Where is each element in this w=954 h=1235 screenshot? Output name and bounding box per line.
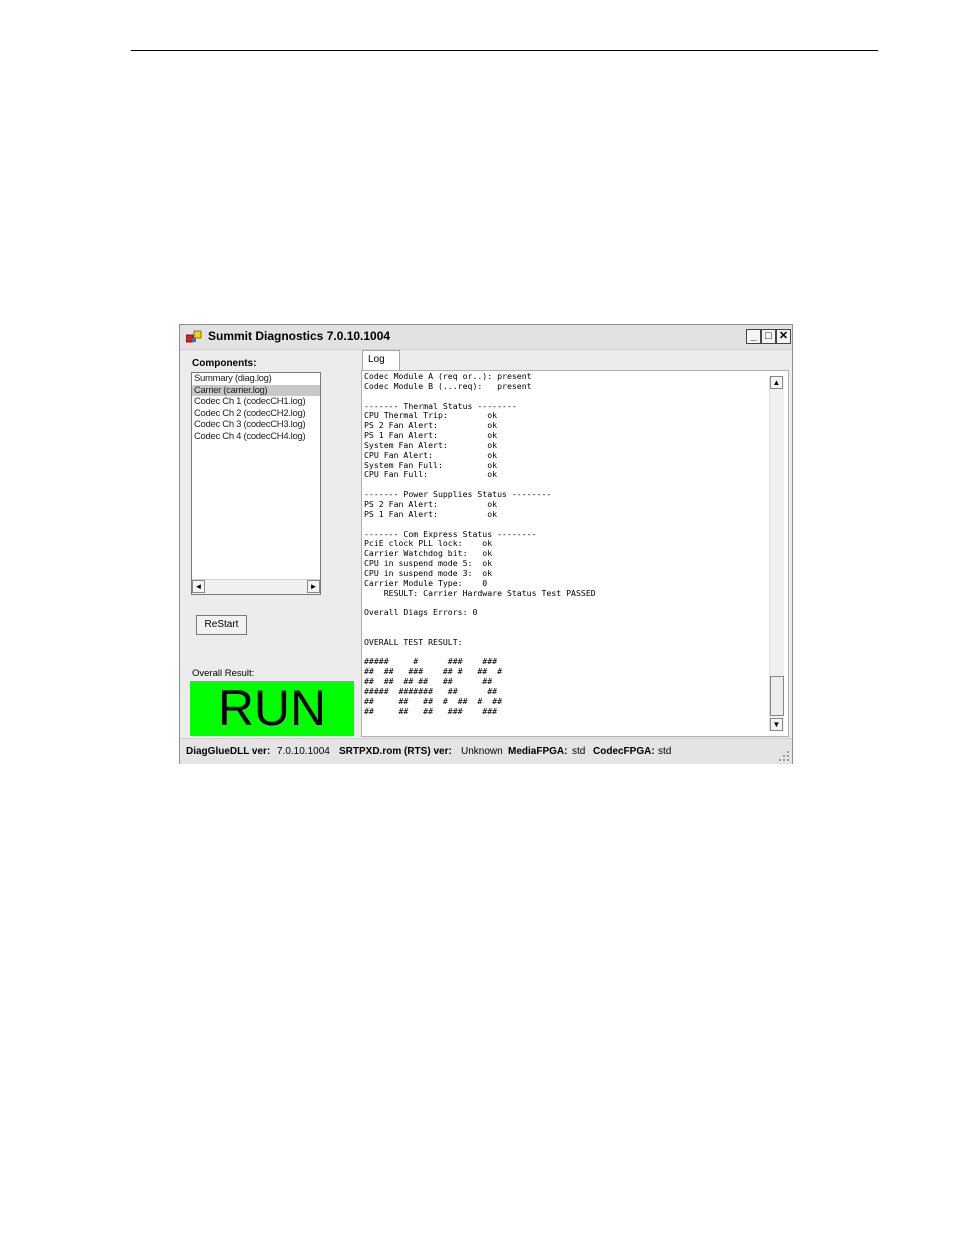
components-hscrollbar[interactable]: ◄ ► — [192, 579, 320, 594]
status-bar: DiagGlueDLL ver: 7.0.10.1004 SRTPXD.rom … — [180, 738, 792, 764]
scroll-thumb[interactable] — [770, 676, 784, 716]
log-panel: Codec Module A (req or..): present Codec… — [361, 370, 789, 737]
log-vscrollbar[interactable]: ▲ ▼ — [769, 376, 784, 731]
srtpxd-version-key: SRTPXD.rom (RTS) ver: — [339, 746, 452, 757]
overall-result-label: Overall Result: — [192, 668, 255, 679]
media-fpga-key: MediaFPGA: — [508, 746, 568, 757]
components-list[interactable]: Summary (diag.log) Carrier (carrier.log)… — [191, 372, 321, 595]
list-item-codec-ch4[interactable]: Codec Ch 4 (codecCH4.log) — [192, 431, 320, 443]
overall-result-value: RUN — [217, 680, 327, 736]
list-item-codec-ch3[interactable]: Codec Ch 3 (codecCH3.log) — [192, 419, 320, 431]
resize-grip-icon[interactable] — [778, 750, 790, 762]
page-header-rule — [131, 50, 878, 51]
list-item-codec-ch1[interactable]: Codec Ch 1 (codecCH1.log) — [192, 396, 320, 408]
media-fpga-value: std — [572, 746, 586, 757]
title-bar[interactable]: Summit Diagnostics 7.0.10.1004 _ □ ✕ — [180, 325, 792, 350]
diagglue-version-value: 7.0.10.1004 — [277, 746, 330, 757]
log-text: Codec Module A (req or..): present Codec… — [364, 372, 596, 716]
scroll-down-icon[interactable]: ▼ — [770, 718, 783, 731]
window-title: Summit Diagnostics 7.0.10.1004 — [208, 329, 391, 343]
client-area: Components: Summary (diag.log) Carrier (… — [180, 350, 792, 738]
list-item-carrier[interactable]: Carrier (carrier.log) — [192, 384, 320, 396]
restart-button[interactable]: ReStart — [196, 615, 247, 635]
codec-fpga-value: std — [658, 746, 672, 757]
scroll-left-icon[interactable]: ◄ — [192, 580, 205, 593]
srtpxd-version-value: Unknown — [461, 746, 503, 757]
app-icon — [186, 330, 202, 343]
components-label: Components: — [192, 358, 257, 369]
minimize-button[interactable]: _ — [746, 329, 761, 344]
codec-fpga-key: CodecFPGA: — [593, 746, 655, 757]
scroll-up-icon[interactable]: ▲ — [770, 376, 783, 389]
close-button[interactable]: ✕ — [776, 329, 791, 344]
list-item-summary[interactable]: Summary (diag.log) — [192, 373, 320, 385]
list-item-codec-ch2[interactable]: Codec Ch 2 (codecCH2.log) — [192, 408, 320, 420]
overall-result-panel: RUN — [190, 681, 354, 736]
app-window: Summit Diagnostics 7.0.10.1004 _ □ ✕ Com… — [179, 324, 793, 764]
diagglue-version-key: DiagGlueDLL ver: — [186, 746, 271, 757]
scroll-right-icon[interactable]: ► — [307, 580, 320, 593]
tab-log[interactable]: Log — [362, 350, 400, 370]
maximize-button[interactable]: □ — [761, 329, 776, 344]
